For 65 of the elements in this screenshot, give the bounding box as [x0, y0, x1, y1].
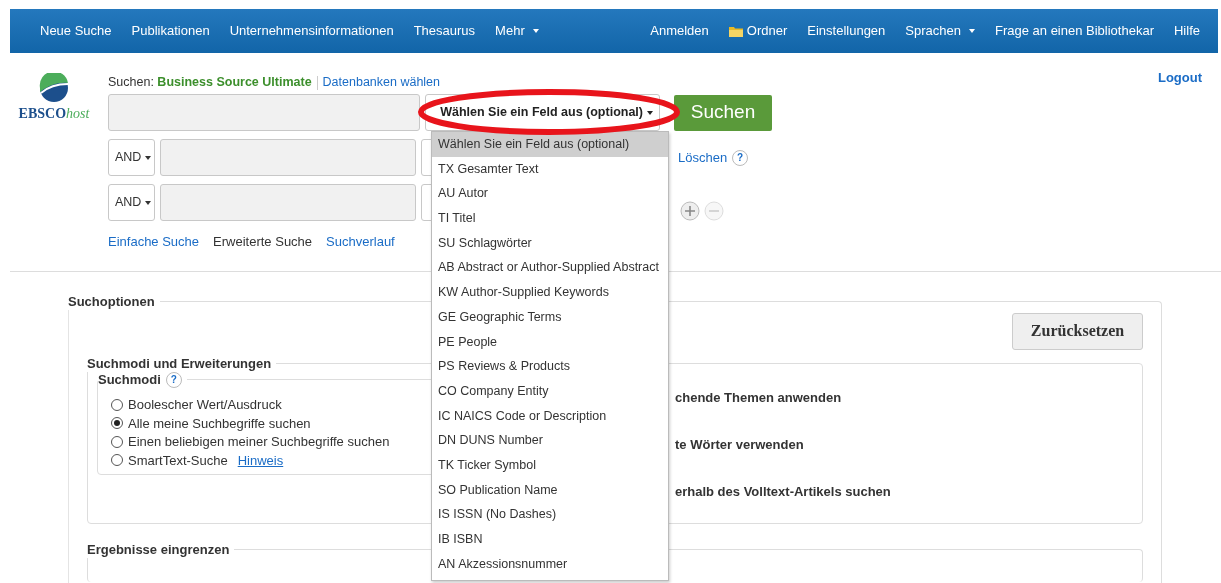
reset-button[interactable]: Zurücksetzen	[1012, 312, 1143, 350]
help-button[interactable]: ?	[165, 371, 182, 388]
radio-label: Einen beliebigen meiner Suchbegriffe suchen	[128, 433, 390, 451]
choose-databases-link[interactable]: Datenbanken wählen	[322, 75, 441, 89]
dropdown-option[interactable]: GE Geographic Terms	[432, 304, 668, 330]
radio-label: Alle meine Suchbegriffe suchen	[128, 414, 311, 433]
logout-link[interactable]: Logout	[1157, 68, 1202, 84]
dropdown-option[interactable]: AN Akzessionsnummer	[432, 551, 668, 577]
dropdown-option[interactable]: PE People	[432, 329, 668, 355]
nav-link[interactable]: Frage an einen Bibliothekar	[985, 21, 1164, 41]
folder-icon	[728, 25, 743, 37]
hint-link[interactable]: Hinweis	[237, 450, 284, 470]
operator-dropdown[interactable]: AND	[108, 184, 155, 221]
dropdown-option[interactable]: CO Company Entity	[432, 378, 668, 404]
search-mode-link[interactable]: Einfache Suche	[108, 232, 200, 252]
group-heading: Ergebnisse eingrenzen	[87, 541, 231, 558]
add-remove-row-icon	[680, 200, 724, 221]
dropdown-option[interactable]: PS Reviews & Products	[432, 354, 668, 379]
nav-link[interactable]: Thesaurus	[403, 21, 486, 41]
radio-button[interactable]	[111, 454, 123, 467]
database-name: Business Source Ultimate	[157, 75, 312, 89]
group-heading: Suchmodi	[98, 371, 161, 388]
section-heading: Suchoptionen	[68, 293, 156, 310]
radio-label: Boolescher Wert/Ausdruck	[128, 396, 282, 414]
dropdown-option[interactable]: IS ISSN (No Dashes)	[432, 502, 668, 527]
nav-link[interactable]: Unternehmensinformationen	[219, 21, 404, 41]
dropdown-option[interactable]: TX Gesamter Text	[432, 156, 668, 182]
nav-link[interactable]: Mehr	[485, 21, 549, 41]
dropdown-option[interactable]: AU Autor	[432, 181, 668, 207]
nav-link[interactable]: Publikationen	[121, 21, 220, 41]
search-input[interactable]	[160, 184, 416, 221]
dropdown-option[interactable]: IB ISBN	[432, 527, 668, 552]
nav-link[interactable]: Sprachen	[895, 21, 985, 41]
dropdown-option[interactable]: TK Ticker Symbol	[432, 452, 668, 478]
dropdown-option[interactable]: IC NAICS Code or Description	[432, 403, 668, 429]
help-button[interactable]: ?	[732, 149, 749, 166]
nav-link[interactable]: Einstellungen	[797, 21, 896, 41]
radio-button[interactable]	[111, 398, 123, 411]
nav-link[interactable]: Ordner	[718, 21, 798, 41]
search-mode-link[interactable]: Erweiterte Suche	[213, 232, 313, 252]
search-label: Suchen:	[108, 75, 154, 89]
dropdown-option[interactable]: AB Abstract or Author-Supplied Abstract	[432, 255, 668, 281]
radio-label: SmartText-Suche	[128, 451, 228, 470]
option-label: chende Themen anwenden	[675, 389, 843, 406]
dropdown-option[interactable]: SU Schlagwörter	[432, 230, 668, 256]
radio-button[interactable]	[111, 417, 123, 430]
radio-button[interactable]	[111, 435, 123, 448]
clear-link[interactable]: Löschen	[678, 147, 728, 168]
dropdown-option[interactable]: DN DUNS Number	[432, 428, 668, 453]
nav-link[interactable]: Hilfe	[1164, 21, 1210, 41]
logo-icon	[39, 73, 69, 103]
dropdown-option[interactable]: Wählen Sie ein Feld aus (optional)	[432, 132, 668, 157]
search-input[interactable]	[108, 94, 420, 131]
group-heading: Suchmodi und Erweiterungen	[87, 355, 273, 372]
option-label: erhalb des Volltext-Artikels suchen	[675, 483, 891, 500]
dropdown-option[interactable]: KW Author-Supplied Keywords	[432, 280, 668, 305]
operator-dropdown[interactable]: AND	[108, 139, 155, 176]
option-label: te Wörter verwenden	[675, 436, 805, 453]
logo-text: EBSCOhost	[18, 105, 90, 123]
dropdown-option[interactable]: TI Titel	[432, 206, 668, 231]
nav-link[interactable]: Anmelden	[640, 21, 719, 41]
nav-link[interactable]: Neue Suche	[30, 21, 122, 41]
search-input[interactable]	[160, 139, 416, 176]
search-mode-link[interactable]: Suchverlauf	[326, 232, 395, 252]
dropdown-option[interactable]: SO Publication Name	[432, 477, 668, 503]
